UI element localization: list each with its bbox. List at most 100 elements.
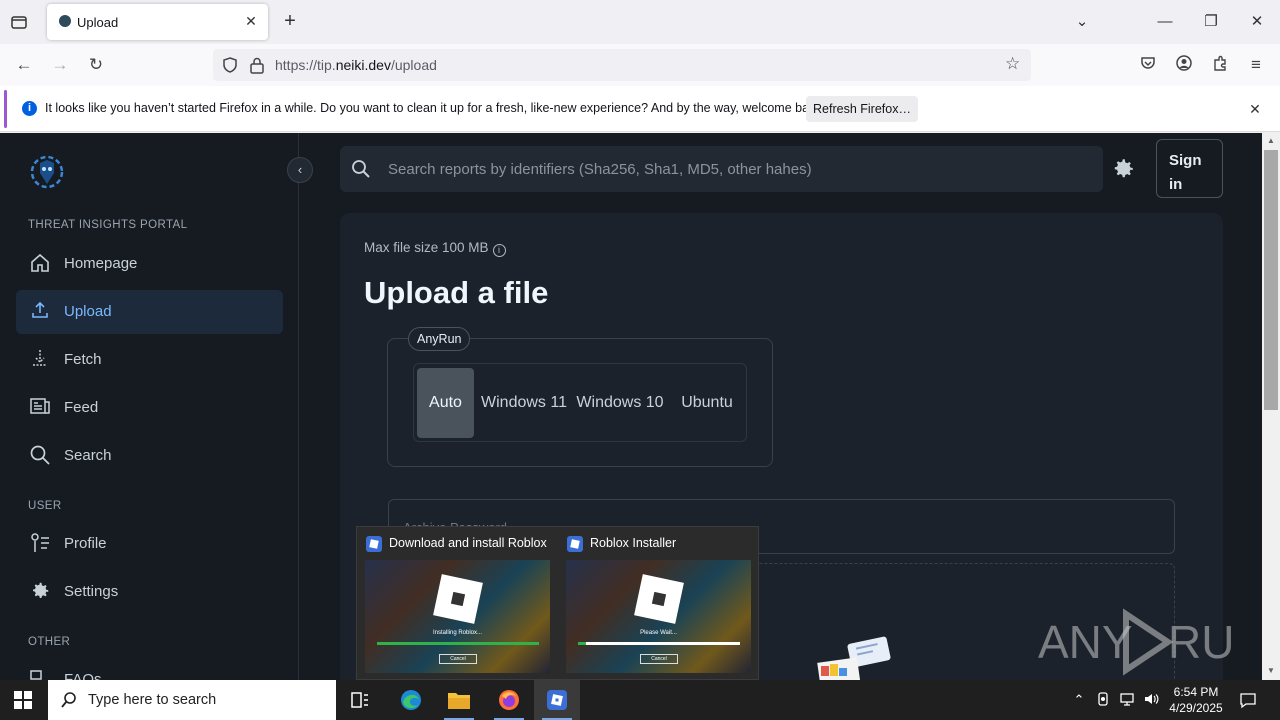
thumbnail-roblox-installer[interactable]: Roblox Installer Please Wait... Cancel — [558, 527, 758, 681]
refresh-firefox-button[interactable]: Refresh Firefox… — [806, 96, 918, 122]
sidebar-item-upload[interactable]: Upload — [16, 290, 283, 334]
firefox-notification-bar: i It looks like you haven’t started Fire… — [0, 86, 1280, 132]
sidebar-item-label: Settings — [64, 583, 119, 600]
settings-gear-icon[interactable] — [1110, 156, 1136, 182]
page-scrollbar[interactable]: ▲ ▼ — [1262, 133, 1280, 680]
scroll-down-icon[interactable]: ▼ — [1266, 666, 1276, 676]
back-icon[interactable]: ← — [13, 54, 35, 76]
upload-icon — [28, 300, 52, 324]
windows-start-icon[interactable] — [14, 691, 32, 709]
logo-icon — [30, 155, 64, 189]
sandbox-fieldset: AnyRun Auto Windows 11 Windows 10 Ubuntu — [387, 327, 773, 467]
sidebar-collapse-button[interactable]: ‹ — [287, 157, 313, 183]
taskbar-search-box[interactable]: Type here to search — [48, 680, 336, 720]
search-icon — [352, 160, 370, 178]
profile-icon — [28, 532, 52, 556]
clock-date: 4/29/2025 — [1169, 701, 1223, 715]
menu-icon[interactable]: ≡ — [1245, 54, 1267, 76]
url-bar[interactable]: https://tip.neiki.dev/upload ☆ — [213, 49, 1031, 81]
windows-taskbar: Type here to search ⌃ 6:54 PM 4/29/2025 — [0, 680, 1280, 720]
reload-icon[interactable]: ↻ — [85, 54, 107, 76]
url-text: https://tip.neiki.dev/upload — [275, 57, 437, 73]
sign-in-button[interactable]: Sign in — [1156, 139, 1223, 198]
sidebar-item-feed[interactable]: Feed — [16, 386, 283, 430]
task-view-icon[interactable] — [337, 680, 383, 720]
installer-cancel-button: Cancel — [640, 654, 678, 664]
sidebar-item-label: Fetch — [64, 351, 102, 368]
taskbar-search-placeholder: Type here to search — [88, 692, 217, 708]
notification-message: It looks like you haven’t started Firefo… — [45, 101, 826, 115]
page-title: Upload a file — [364, 275, 549, 310]
os-selector: Auto Windows 11 Windows 10 Ubuntu — [413, 363, 747, 442]
report-search-bar[interactable] — [340, 146, 1103, 192]
close-window-icon[interactable]: ✕ — [1247, 12, 1267, 32]
anyrun-watermark: ANY RUN — [1038, 608, 1238, 676]
tab-list-icon[interactable] — [8, 11, 30, 33]
sidebar-item-fetch[interactable]: Fetch — [16, 338, 283, 382]
sidebar-item-search[interactable]: Search — [16, 434, 283, 478]
bookmark-star-icon[interactable]: ☆ — [1005, 54, 1020, 74]
sidebar-item-label: Upload — [64, 303, 112, 320]
thumbnail-preview: Please Wait... Cancel — [566, 560, 751, 673]
installer-progress-bar — [377, 642, 539, 645]
thumbnail-download-install-roblox[interactable]: Download and install Roblox Installing R… — [357, 527, 557, 681]
os-option-ubuntu[interactable]: Ubuntu — [670, 368, 744, 438]
tray-chevron-up-icon[interactable]: ⌃ — [1070, 691, 1088, 709]
roblox-icon — [567, 536, 583, 552]
sidebar-item-label: Search — [64, 447, 112, 464]
os-option-windows-10[interactable]: Windows 10 — [576, 368, 664, 438]
info-icon[interactable]: i — [492, 244, 506, 257]
section-title-other: OTHER — [28, 636, 71, 648]
new-tab-icon[interactable]: + — [280, 11, 300, 31]
scroll-up-icon[interactable]: ▲ — [1266, 136, 1276, 146]
edge-icon[interactable] — [388, 680, 434, 720]
feed-icon — [28, 396, 52, 420]
scrollbar-thumb[interactable] — [1264, 150, 1278, 410]
minimize-icon[interactable]: — — [1155, 12, 1175, 32]
sidebar-item-label: Profile — [64, 535, 107, 552]
file-explorer-icon[interactable] — [436, 680, 482, 720]
browser-tabbar: Upload ✕ + ⌄ — ❐ ✕ — [0, 0, 1280, 44]
sidebar-item-faqs[interactable]: FAQs — [16, 658, 283, 680]
thumbnail-title: Download and install Roblox — [389, 536, 547, 550]
notification-center-icon[interactable] — [1238, 691, 1258, 709]
installer-progress-bar — [578, 642, 740, 645]
roblox-logo-icon — [634, 574, 684, 624]
notification-close-icon[interactable]: ✕ — [1246, 100, 1264, 118]
installer-cancel-button: Cancel — [439, 654, 477, 664]
thumbnail-title: Roblox Installer — [590, 536, 677, 550]
sidebar-item-homepage[interactable]: Homepage — [16, 242, 283, 286]
roblox-taskbar-icon[interactable] — [534, 680, 580, 720]
forward-icon[interactable]: → — [49, 54, 71, 76]
os-option-auto[interactable]: Auto — [417, 368, 474, 438]
lock-icon[interactable] — [249, 56, 265, 74]
browser-navbar: ← → ↻ https://tip.neiki.dev/upload ☆ ≡ — [0, 44, 1280, 86]
network-icon[interactable] — [1118, 691, 1136, 709]
list-all-tabs-icon[interactable]: ⌄ — [1072, 12, 1092, 32]
clock-time: 6:54 PM — [1173, 685, 1219, 699]
restore-icon[interactable]: ❐ — [1201, 12, 1221, 32]
sidebar-item-label: Feed — [64, 399, 99, 416]
sidebar-item-profile[interactable]: Profile — [16, 522, 283, 566]
taskbar-clock[interactable]: 6:54 PM 4/29/2025 — [1160, 684, 1232, 716]
tray-device-icon[interactable] — [1094, 691, 1112, 709]
shield-icon[interactable] — [221, 56, 239, 74]
sandbox-legend: AnyRun — [408, 327, 471, 351]
account-icon[interactable] — [1173, 54, 1195, 76]
extensions-icon[interactable] — [1209, 54, 1231, 76]
os-option-windows-11[interactable]: Windows 11 — [480, 368, 568, 438]
volume-icon[interactable] — [1142, 691, 1160, 709]
browser-tab-active[interactable]: Upload ✕ — [47, 4, 268, 40]
section-title-portal: THREAT INSIGHTS PORTAL — [28, 219, 188, 231]
installer-status: Please Wait... — [640, 630, 677, 636]
report-search-input[interactable] — [388, 154, 1088, 184]
section-title-user: USER — [28, 500, 62, 512]
pocket-icon[interactable] — [1137, 54, 1159, 76]
tab-close-icon[interactable]: ✕ — [242, 12, 260, 30]
sidebar-item-settings[interactable]: Settings — [16, 570, 283, 614]
sidebar-item-label: FAQs — [64, 671, 102, 680]
firefox-icon[interactable] — [486, 680, 532, 720]
watermark-text-any: ANY — [1038, 616, 1133, 668]
watermark-text-run: RUN — [1168, 616, 1238, 668]
tab-title: Upload — [77, 15, 119, 30]
